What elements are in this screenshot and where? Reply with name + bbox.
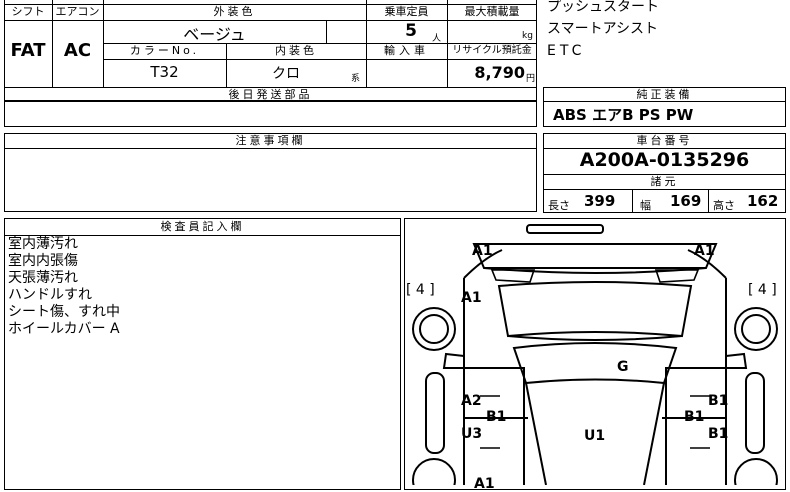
recycle-label: リサイクル預託金 <box>452 45 532 56</box>
color-no-label: カラーNo. <box>129 44 200 57</box>
mark-front-right: A1 <box>694 243 715 259</box>
height-label: 高さ <box>713 199 735 212</box>
length-value: 399 <box>584 192 616 210</box>
mark-door-right-b: B1 <box>684 409 705 425</box>
capacity-unit: 人 <box>432 34 442 44</box>
load-label: 最大積載量 <box>464 5 520 18</box>
mark-roof: U1 <box>584 428 606 444</box>
option-item: プッシュスタート <box>547 0 659 15</box>
factory-equipment-value: ABS エアB PS PW <box>553 106 694 124</box>
inspector-notes: 室内薄汚れ 室内内張傷 天張薄汚れ ハンドルすれ シート傷、すれ中 ホイールカバ… <box>8 236 120 338</box>
chassis-number: A200A-0135296 <box>579 149 750 171</box>
later-parts-area <box>4 101 537 127</box>
tire-right-depth: [ 4 ] <box>748 282 777 298</box>
mark-door-right-rear: B1 <box>708 426 729 442</box>
int-color-value: クロ <box>272 66 300 82</box>
height-value: 162 <box>747 192 779 210</box>
import-label: 輸入車 <box>384 44 429 57</box>
capacity-label: 乗車定員 <box>384 5 429 18</box>
ext-color-value: ベージュ <box>183 25 246 44</box>
mark-door-left-rear: U3 <box>461 426 483 442</box>
damage-marks: A1 A1 [ 4 ] [ 4 ] A1 G A2 B1 B1 B1 U3 U1… <box>404 218 786 492</box>
tire-left-depth: [ 4 ] <box>406 282 435 298</box>
options-list: プッシュスタート スマートアシスト ETC <box>547 0 787 62</box>
later-parts-label: 後日発送部品 <box>228 88 313 101</box>
shift-value: FAT <box>10 40 46 61</box>
int-color-suffix: 系 <box>351 74 361 84</box>
mark-front-left: A1 <box>472 243 493 259</box>
aircon-value: AC <box>63 40 92 61</box>
inspector-note: ホイールカバー A <box>8 321 120 337</box>
color-no-value: T32 <box>150 63 179 81</box>
mark-door-left-b: B1 <box>486 409 507 425</box>
width-label: 幅 <box>640 199 651 212</box>
mark-door-left-front: A2 <box>461 393 482 409</box>
mark-fender-left: A1 <box>461 290 482 306</box>
option-item: スマートアシスト <box>547 21 659 37</box>
option-item: ETC <box>547 43 586 59</box>
inspector-note: 室内内張傷 <box>8 253 78 269</box>
load-unit: kg <box>522 31 533 41</box>
int-color-label: 内装色 <box>275 44 317 57</box>
inspector-note: 天張薄汚れ <box>8 270 78 286</box>
width-value: 169 <box>670 192 702 210</box>
factory-equipment-label: 純正装備 <box>636 88 693 101</box>
recycle-unit: 円 <box>526 74 536 84</box>
capacity-value: 5 <box>405 21 417 41</box>
inspector-note: シート傷、すれ中 <box>8 304 120 320</box>
inspector-note: 室内薄汚れ <box>8 236 78 252</box>
ext-color-label: 外装色 <box>213 5 256 18</box>
notes-label: 注意事項欄 <box>235 134 306 147</box>
mark-hood: G <box>617 359 629 375</box>
shift-label: シフト <box>11 5 45 18</box>
chassis-label: 車台番号 <box>636 134 693 147</box>
mark-rear-left: A1 <box>474 476 495 492</box>
specs-label: 諸元 <box>650 175 679 188</box>
recycle-value: 8,790 <box>474 63 525 82</box>
length-label: 長さ <box>548 199 570 212</box>
aircon-label: エアコン <box>55 5 100 18</box>
mark-door-right-front: B1 <box>708 393 729 409</box>
inspector-note: ハンドルすれ <box>8 287 92 303</box>
inspector-label: 検査員記入欄 <box>160 220 245 233</box>
